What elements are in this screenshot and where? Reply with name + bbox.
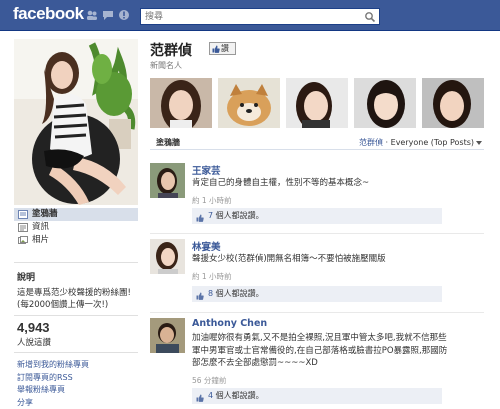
like-page-button[interactable]: 讚 [209,42,236,55]
avatar[interactable] [150,163,185,198]
likes-suffix: 個人都說讚。 [213,289,264,298]
filter-mode: · Everyone (Top Posts) [383,138,474,147]
post-divider [150,312,484,313]
post-text: 肯定自己的身體自主權，性別不等的基本概念~ [192,178,370,188]
post-timestamp[interactable]: 約 1 小時前 [192,195,232,206]
add-to-my-page-link[interactable]: 新增到我的粉絲專頁 [17,359,89,372]
top-bar: facebook [0,0,500,31]
post-likes: 4 個人都說讚。 [192,388,442,404]
post-timestamp[interactable]: 約 1 小時前 [192,271,232,282]
wall-filter-dropdown[interactable]: 范群偵 · Everyone (Top Posts) [359,137,482,148]
post-text: 聲援女少校(范群偵)開無名相簿～不要怕被施壓關版 [192,254,386,264]
search-box [140,8,380,25]
thumbs-up-icon [196,290,204,300]
like-label: 讚 [221,44,229,53]
wall-header: 塗鴉牆 范群偵 · Everyone (Top Posts) [150,135,484,150]
about-text: 這是專爲范少校聲援的粉絲團! (每2000個讚上傳一次!) [17,288,131,310]
messages-icon[interactable] [102,9,114,21]
post-text: 加油喔妳很有勇氣,又不是拍全裸照,況且軍中管太多吧,我就不信那些軍中男軍官或士官… [192,333,448,368]
page-title: 范群偵 [150,43,192,59]
photo-thumbnail[interactable] [354,78,416,128]
search-icon[interactable] [364,11,376,23]
post-likes: 7 個人都說讚。 [192,208,442,224]
wall-post: 王家芸 肯定自己的身體自主權，性別不等的基本概念~ 約 1 小時前 7 個人都說… [150,163,484,233]
nav-item-photos[interactable]: 相片 [14,234,138,247]
nav-item-info[interactable]: 資訊 [14,221,138,234]
profile-picture[interactable] [14,39,138,205]
page-links: 新增到我的粉絲專頁 訂閱專頁的RSS 舉報粉絲專頁 分享 [17,359,89,409]
photo-thumbnail[interactable] [286,78,348,128]
nav-label: 塗鴉牆 [32,209,58,219]
avatar[interactable] [150,318,185,353]
photo-thumbnail[interactable] [150,78,212,128]
notifications-icon[interactable] [118,9,130,21]
post-author[interactable]: Anthony Chen [192,318,267,329]
divider [14,352,138,353]
search-input[interactable] [141,9,363,24]
likes-count[interactable]: 4,943 [17,320,50,335]
nav-item-wall[interactable]: 塗鴉牆 [14,208,138,221]
avatar[interactable] [150,239,185,274]
post-divider [150,233,484,234]
page-category: 新聞名人 [150,61,182,70]
nav-label: 資訊 [32,222,50,232]
report-page-link[interactable]: 舉報粉絲專頁 [17,384,89,397]
chevron-down-icon [476,140,482,145]
photos-icon [18,236,28,245]
friends-icon[interactable] [86,9,98,21]
photo-thumbnail[interactable] [422,78,484,128]
post-likes: 8 個人都說讚。 [192,286,442,302]
thumbs-up-icon [196,212,204,222]
filter-owner: 范群偵 [359,138,384,147]
wall-post: Anthony Chen 加油喔妳很有勇氣,又不是拍全裸照,況且軍中管太多吧,我… [150,312,484,408]
post-author[interactable]: 林宴美 [192,239,221,253]
nav-label: 相片 [32,235,50,245]
wall-title: 塗鴉牆 [156,138,180,147]
thumbs-up-icon [212,45,220,53]
divider [14,262,138,263]
photo-thumbnail[interactable] [218,78,280,128]
wall-post: 林宴美 聲援女少校(范群偵)開無名相簿～不要怕被施壓關版 約 1 小時前 8 個… [150,233,484,309]
thumbs-up-icon [196,392,204,402]
likes-label: 人說這讚 [17,338,52,348]
wall-icon [18,210,28,219]
post-author[interactable]: 王家芸 [192,163,221,177]
subscribe-rss-link[interactable]: 訂閱專頁的RSS [17,372,89,385]
share-link[interactable]: 分享 [17,397,89,409]
about-heading: 說明 [17,273,36,283]
likes-suffix: 個人都說讚。 [213,211,264,220]
info-icon [18,223,28,232]
likes-suffix: 個人都說讚。 [213,391,264,400]
facebook-logo[interactable]: facebook [13,4,84,24]
divider [14,315,138,316]
left-nav: 塗鴉牆 資訊 相片 [14,208,138,247]
post-timestamp[interactable]: 56 分鐘前 [192,375,226,386]
